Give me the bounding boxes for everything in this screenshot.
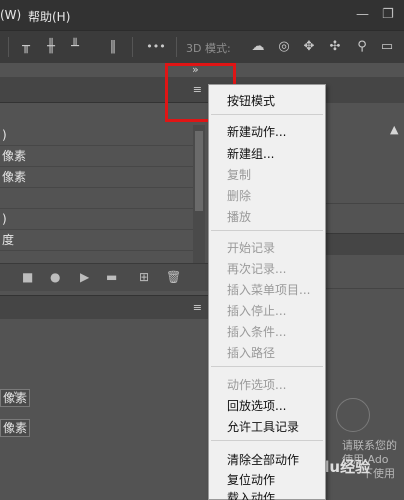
3d-slide-icon[interactable]: ✣	[326, 39, 344, 55]
trash-icon[interactable]: 🗑	[166, 270, 181, 284]
list-item-label: 像素	[2, 170, 27, 184]
list-item[interactable]: )	[0, 209, 193, 230]
align-bottom-icon[interactable]: ╨	[66, 39, 84, 55]
list-item-label: 像素	[2, 149, 27, 163]
restore-button[interactable]: ❐	[382, 7, 394, 22]
options-bar: ╥ ╫ ╨ ‖ ••• 3D 模式: ☁ ◎ ✥ ✣ ⚲ ▭	[0, 30, 404, 63]
actions-panel: » ≡ ) 像素 像素 ) 度 ■ ● ▶ ▬ ⊞ 🗑 ≡ 像素 像素	[0, 63, 208, 500]
menu-item-reset-actions[interactable]: 复位动作	[227, 471, 275, 488]
3d-mode-label: 3D 模式:	[186, 42, 231, 55]
align-top-icon[interactable]: ╥	[17, 39, 35, 55]
list-item-label: 度	[2, 233, 15, 247]
toolbar-separator	[8, 37, 9, 57]
new-action-icon[interactable]: ⊞	[139, 270, 149, 284]
distribute-icon[interactable]: ‖	[104, 39, 122, 55]
align-vcenter-icon[interactable]: ╫	[42, 39, 60, 55]
watermark-line: 请联系您的	[342, 439, 397, 452]
menu-item-playback-options[interactable]: 回放选项...	[227, 397, 286, 414]
distribute-vertical-icon[interactable]: ⩡	[12, 387, 19, 402]
menu-divider	[211, 230, 323, 231]
menu-item-allow-tool-recording[interactable]: 允许工具记录	[227, 418, 299, 435]
play-icon[interactable]: ▶	[80, 270, 89, 284]
menu-item-insert-menu-item[interactable]: 插入菜单项目...	[227, 281, 310, 298]
3d-roll-icon[interactable]: ◎	[275, 39, 293, 55]
menu-item-duplicate[interactable]: 复制	[227, 166, 251, 183]
menu-item-play[interactable]: 播放	[227, 208, 251, 225]
3d-pan-icon[interactable]: ✥	[300, 39, 318, 55]
list-item[interactable]	[0, 188, 193, 209]
menu-window[interactable]: (W)	[0, 8, 21, 22]
menu-item-new-set[interactable]: 新建组...	[227, 145, 274, 162]
menu-bar: (W) 帮助(H) — ❐	[0, 0, 404, 30]
panel-header: ≡	[0, 295, 208, 319]
list-item[interactable]: )	[0, 125, 193, 146]
toolbar-separator	[132, 37, 133, 57]
menu-item-button-mode[interactable]: 按钮模式	[227, 92, 275, 109]
creative-cloud-icon	[336, 398, 370, 432]
panel-section	[326, 233, 404, 255]
3d-orbit-icon[interactable]: ☁	[249, 39, 267, 55]
menu-help[interactable]: 帮助(H)	[28, 8, 70, 25]
stop-icon[interactable]: ■	[22, 270, 33, 284]
panel-menu-icon[interactable]: ≡	[193, 301, 202, 314]
menu-item-load-actions[interactable]: 载入动作...	[227, 489, 286, 500]
menu-divider	[211, 114, 323, 115]
actions-toolbar: ■ ● ▶ ▬ ⊞ 🗑	[0, 263, 208, 291]
menu-item-record-again[interactable]: 再次记录...	[227, 260, 286, 277]
folder-icon[interactable]: ▬	[106, 270, 117, 284]
record-icon[interactable]: ●	[50, 270, 60, 284]
menu-item-insert-path[interactable]: 插入路径	[227, 344, 275, 361]
menu-divider	[211, 366, 323, 367]
menu-item-insert-stop[interactable]: 插入停止...	[227, 302, 286, 319]
minimize-button[interactable]: —	[356, 7, 369, 22]
menu-item-new-action[interactable]: 新建动作...	[227, 123, 286, 140]
warning-icon: ▲	[390, 123, 399, 136]
pixel-field[interactable]: 像素	[0, 419, 30, 437]
list-item[interactable]: 像素	[0, 146, 193, 167]
menu-item-action-options[interactable]: 动作选项...	[227, 376, 286, 393]
menu-item-start-recording[interactable]: 开始记录	[227, 239, 275, 256]
divider	[326, 288, 404, 289]
expand-icon[interactable]: )	[2, 128, 7, 142]
menu-item-clear-all-actions[interactable]: 清除全部动作	[227, 451, 299, 468]
more-options-icon[interactable]: •••	[146, 39, 166, 55]
scrollbar-thumb[interactable]	[195, 131, 203, 211]
workspace-icon[interactable]: ▭	[378, 39, 396, 55]
menu-item-delete[interactable]: 删除	[227, 187, 251, 204]
list-item[interactable]: 像素	[0, 167, 193, 188]
search-icon[interactable]: ⚲	[353, 39, 371, 55]
list-item[interactable]: 度	[0, 230, 193, 251]
actions-list: ) 像素 像素 ) 度	[0, 125, 193, 251]
menu-divider	[211, 440, 323, 441]
expand-icon[interactable]: )	[2, 212, 7, 226]
divider	[326, 203, 404, 204]
menu-item-insert-conditional[interactable]: 插入条件...	[227, 323, 286, 340]
scrollbar[interactable]	[193, 125, 205, 265]
toolbar-separator	[176, 37, 177, 57]
actions-flyout-menu: 按钮模式 新建动作... 新建组... 复制 删除 播放 开始记录 再次记录..…	[208, 84, 326, 500]
